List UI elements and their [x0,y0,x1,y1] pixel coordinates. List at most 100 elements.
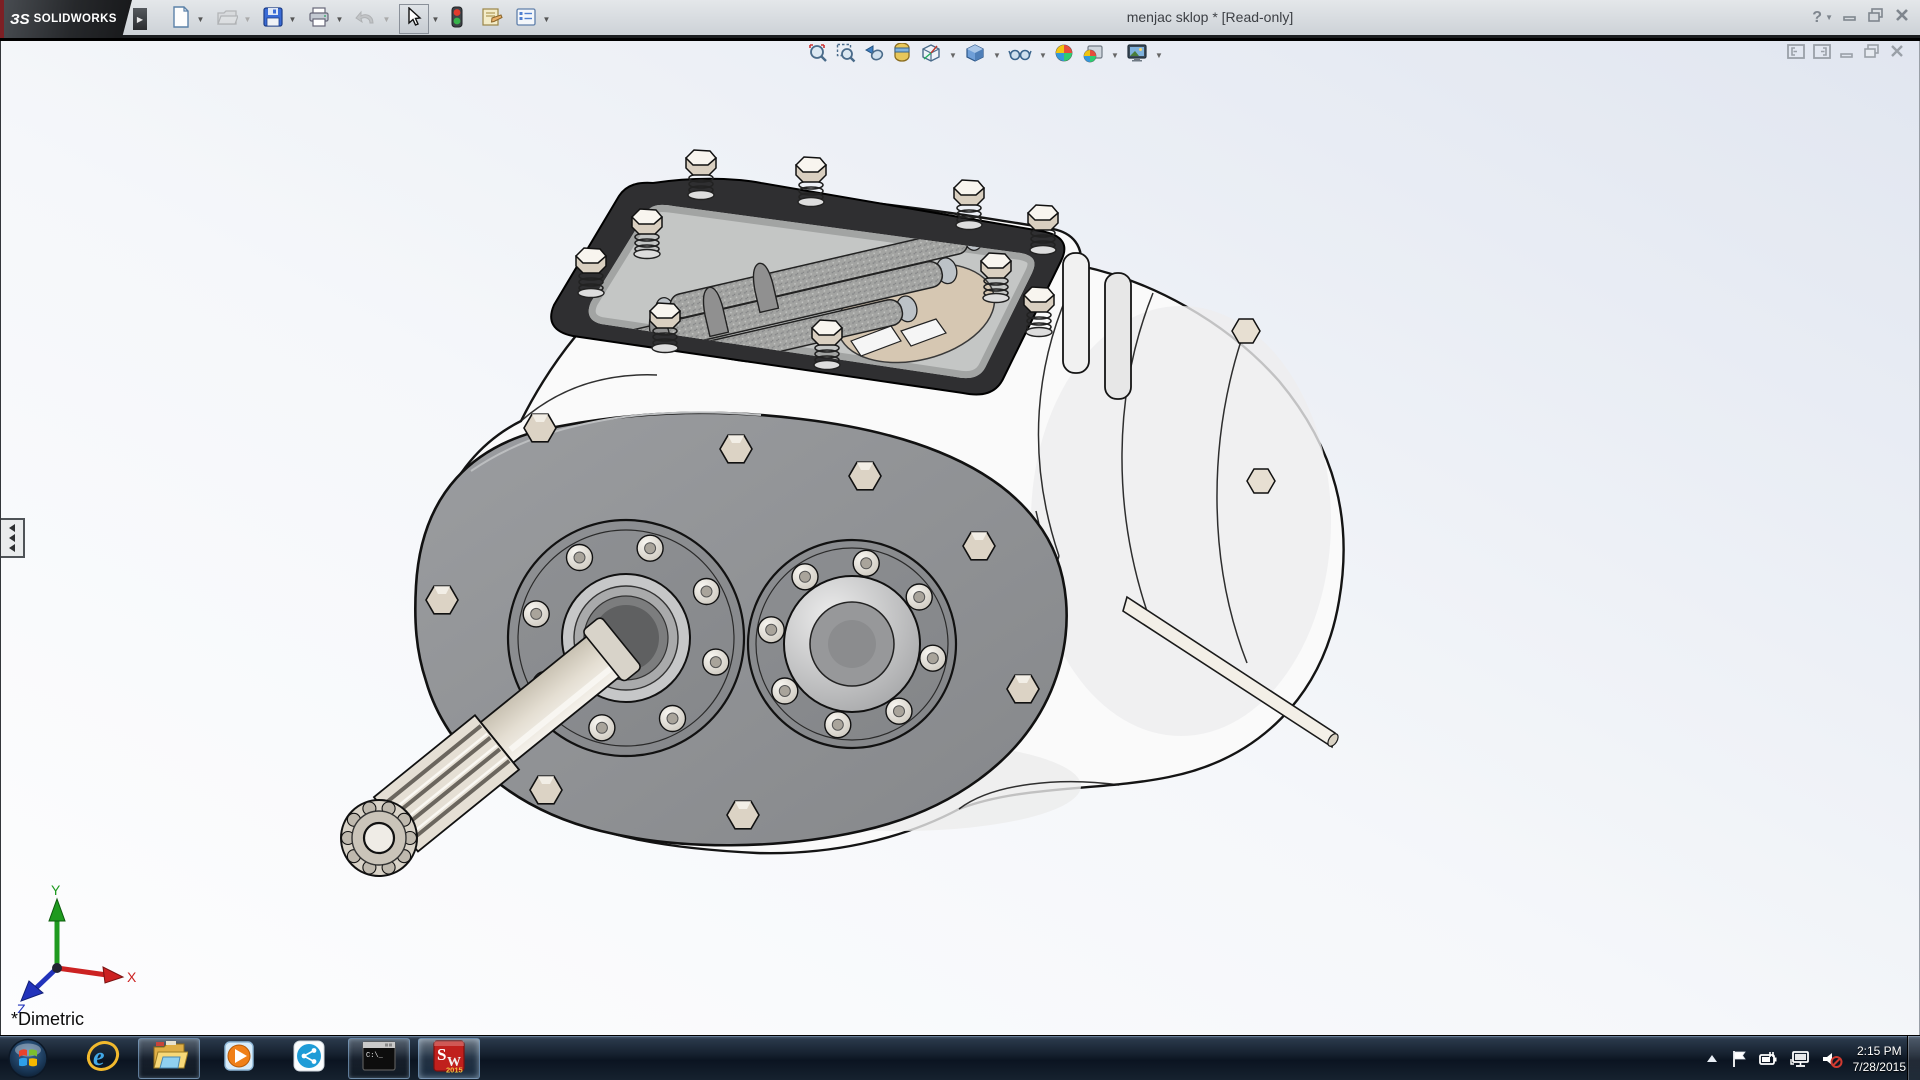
previous-view-button[interactable] [862,43,886,67]
solidworks-2015-icon: S W 2015 [430,1038,468,1079]
view-settings-dropdown[interactable]: ▼ [1154,51,1164,60]
windows-explorer-folder-icon [150,1039,188,1078]
save-dropdown[interactable]: ▼ [286,5,299,33]
taskbar-media-player[interactable] [212,1038,266,1079]
view-settings-button[interactable] [1124,43,1150,67]
options-checklist-icon [515,7,537,32]
sw-letter-s: S [437,1045,446,1064]
traffic-light-icon [451,6,463,33]
help-icon: ? [1812,9,1822,27]
solidworks-logo: ЗS SOLIDWORKS [0,0,132,38]
graphics-viewport[interactable]: ▼ ▼ ▼ ▼ [0,41,1920,1035]
apply-scene-button[interactable] [1080,43,1106,67]
zoom-to-area-button[interactable] [834,43,858,67]
display-style-button[interactable] [962,43,988,67]
restore-button[interactable] [1867,7,1885,28]
model-secondary-flange [748,540,956,748]
model-spline-end-face [341,800,417,876]
view-orientation-button[interactable] [918,43,944,67]
file-properties-button[interactable] [478,5,506,33]
undo-dropdown[interactable]: ▼ [380,5,393,33]
taskbar-share-app[interactable] [282,1038,336,1079]
window-controls: ? ▼ [1812,7,1910,28]
previous-view-icon [864,43,884,68]
edit-appearance-button[interactable] [1052,43,1076,67]
main-toolbar: ▼ ▼ ▼ ▼ [168,3,553,35]
taskbar-command-prompt[interactable]: C:\_ [348,1038,410,1079]
command-prompt-icon: C:\_ [360,1040,398,1077]
collapse-right-pane-button[interactable] [1813,44,1831,64]
minimize-button[interactable] [1842,7,1858,28]
zoom-to-area-icon [836,43,856,68]
taskbar-internet-explorer[interactable]: e [76,1038,130,1079]
start-button[interactable] [6,1037,50,1080]
screen: ЗS SOLIDWORKS ▶ ▼ ▼ ▼ [0,0,1920,1080]
flyout-left-arrow-icon [9,534,15,542]
view-orientation-dropdown[interactable]: ▼ [948,51,958,60]
brand-wordmark: SOLIDWORKS [34,13,117,25]
triad-x-label: X [127,969,137,985]
menu-expand-button[interactable]: ▶ [133,8,147,30]
print-dropdown[interactable]: ▼ [333,5,346,33]
display-style-icon [964,43,986,68]
clock-time: 2:15 PM [1857,1043,1902,1059]
hide-show-items-dropdown[interactable]: ▼ [1038,51,1048,60]
taskbar: e [0,1035,1920,1080]
document-window-controls [1787,44,1905,64]
options-dropdown[interactable]: ▼ [540,5,553,33]
share-app-icon [291,1039,327,1078]
system-tray: 2:15 PM 7/28/2015 [1704,1036,1906,1080]
clock-date: 7/28/2015 [1853,1059,1906,1075]
minimize-document-button[interactable] [1839,44,1855,64]
section-view-button[interactable] [890,43,914,67]
apply-scene-icon [1082,43,1104,68]
help-button[interactable]: ? ▼ [1812,9,1833,27]
save-button[interactable] [260,5,286,33]
view-orientation-icon [920,43,942,68]
featuremanager-flyout-tab[interactable] [1,518,25,558]
internet-explorer-icon: e [85,1039,121,1078]
eyeglasses-icon [1008,43,1032,68]
gearbox-model[interactable] [1,41,1920,1035]
collapse-left-pane-button[interactable] [1787,44,1805,64]
new-document-dropdown[interactable]: ▼ [194,5,207,33]
zoom-to-fit-button[interactable] [806,43,830,67]
undo-button[interactable] [352,5,380,33]
media-player-icon [221,1039,257,1078]
printer-icon [308,7,330,32]
display-style-dropdown[interactable]: ▼ [992,51,1002,60]
network-status-icon[interactable] [1789,1049,1811,1069]
triad-y-label: Y [51,883,61,898]
select-cursor-icon [405,7,423,32]
flyout-left-arrow-icon [9,524,15,532]
power-battery-icon[interactable] [1758,1049,1780,1069]
section-view-icon [892,43,912,68]
open-document-dropdown[interactable]: ▼ [241,5,254,33]
show-desktop-button[interactable] [1907,1036,1920,1080]
close-button[interactable] [1894,7,1910,28]
new-document-icon [171,6,191,33]
titlebar: ЗS SOLIDWORKS ▶ ▼ ▼ ▼ [0,0,1920,38]
orientation-triad: Y X Z [15,883,145,1013]
zoom-to-fit-icon [808,43,828,68]
taskbar-clock[interactable]: 2:15 PM 7/28/2015 [1853,1043,1906,1075]
volume-muted-icon[interactable] [1820,1049,1844,1069]
options-button[interactable] [512,5,540,33]
select-tool-dropdown[interactable]: ▼ [429,5,442,33]
taskbar-solidworks-2015[interactable]: S W 2015 [418,1038,480,1079]
flyout-right-arrow-icon: ▶ [137,15,143,24]
headsup-view-toolbar: ▼ ▼ ▼ ▼ [806,43,1164,67]
rebuild-button[interactable] [448,5,466,33]
close-document-button[interactable] [1889,44,1905,64]
new-document-button[interactable] [168,5,194,33]
show-hidden-icons-button[interactable] [1704,1052,1720,1066]
hide-show-items-button[interactable] [1006,43,1034,67]
apply-scene-dropdown[interactable]: ▼ [1110,51,1120,60]
print-button[interactable] [305,5,333,33]
open-document-button[interactable] [213,5,241,33]
restore-document-button[interactable] [1863,44,1881,64]
taskbar-windows-explorer[interactable] [138,1038,200,1079]
appearance-sphere-icon [1054,43,1074,68]
action-center-flag-icon[interactable] [1729,1049,1749,1069]
select-tool-button[interactable] [399,4,429,34]
